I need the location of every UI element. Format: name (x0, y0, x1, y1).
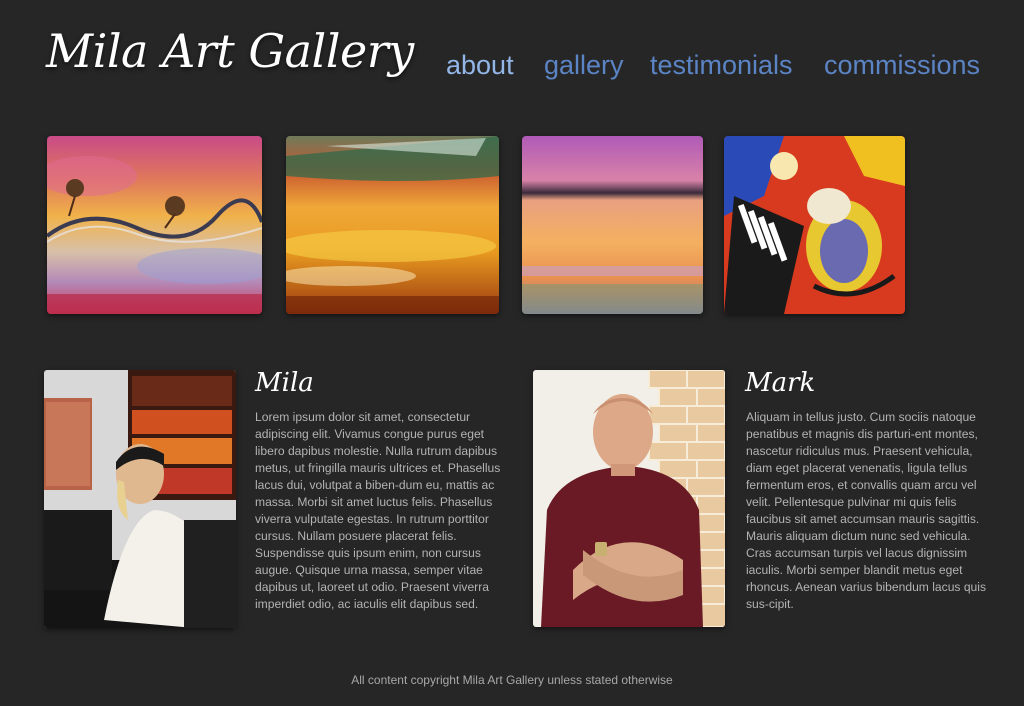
painting-thumbnail-4[interactable] (724, 136, 905, 314)
mark-name-heading: Mark (745, 368, 816, 398)
mila-bio-text: Lorem ipsum dolor sit amet, consectetur … (255, 410, 501, 611)
mila-photo (44, 370, 236, 628)
nav-link-commissions[interactable]: commissions (824, 50, 980, 81)
mark-bio-text: Aliquam in tellus justo. Cum sociis nato… (746, 410, 987, 611)
site-logo[interactable]: Mila Art Gallery (46, 24, 414, 78)
mila-name-heading: Mila (255, 368, 314, 398)
main-nav: about gallery testimonials commissions (446, 50, 991, 86)
painting-thumbnail-3[interactable] (522, 136, 703, 314)
nav-link-gallery[interactable]: gallery (544, 50, 624, 81)
nav-link-testimonials[interactable]: testimonials (650, 50, 793, 81)
nav-link-about[interactable]: about (446, 50, 514, 81)
footer-copyright: All content copyright Mila Art Gallery u… (351, 673, 673, 687)
painting-thumbnail-1[interactable] (47, 136, 262, 314)
painting-thumbnail-2[interactable] (286, 136, 499, 314)
mark-photo (533, 370, 725, 627)
